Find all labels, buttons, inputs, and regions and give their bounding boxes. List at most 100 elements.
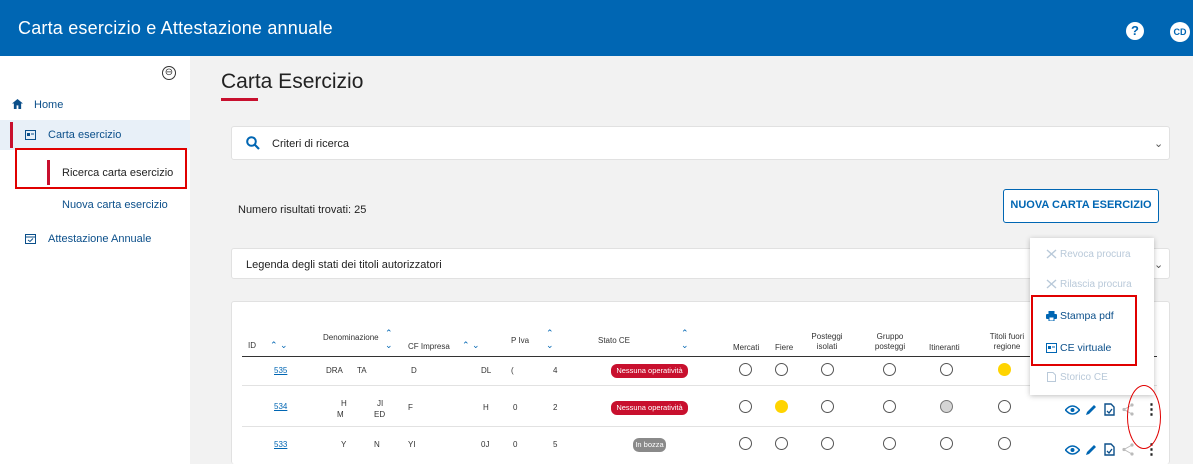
row-divider xyxy=(242,426,1157,427)
status-circle-gruppo-posteggi xyxy=(883,400,896,413)
sidebar-item-attestazione-annuale[interactable]: Attestazione Annuale xyxy=(48,233,151,245)
calendar-icon xyxy=(25,234,36,244)
col-header-id[interactable]: ID xyxy=(248,341,256,351)
status-circle-fiere xyxy=(775,437,788,450)
col-header-gruppo-posteggi: Gruppo posteggi xyxy=(874,332,906,351)
menu-item-storico-ce[interactable]: Storico CE xyxy=(1046,372,1108,383)
status-circle-mercati xyxy=(739,363,752,376)
row-id-link[interactable]: 534 xyxy=(274,402,287,411)
sort-icon[interactable]: ⌃ xyxy=(546,328,554,339)
status-circle-titoli-fuori-regione xyxy=(998,363,1011,376)
sort-icon[interactable]: ⌃ ⌄ xyxy=(462,340,480,351)
cell-piva: 5 xyxy=(553,440,558,449)
sidebar-item-home[interactable]: Home xyxy=(34,99,63,111)
status-circle-posteggi-isolati xyxy=(821,363,834,376)
edit-icon[interactable] xyxy=(1085,443,1098,456)
cell-piva: ( xyxy=(511,366,514,375)
cell-denominazione: JI xyxy=(377,399,384,408)
legend-label: Legenda degli stati dei titoli autorizza… xyxy=(246,259,442,271)
release-icon xyxy=(1046,279,1057,289)
col-header-fiere: Fiere xyxy=(775,343,794,352)
highlight-box-ricerca xyxy=(15,148,187,189)
highlight-circle-more-options xyxy=(1127,385,1161,449)
cell-piva: 0 xyxy=(513,403,518,412)
new-carta-esercizio-button[interactable]: NUOVA CARTA ESERCIZIO xyxy=(1003,189,1159,223)
status-badge: Nessuna operatività xyxy=(611,401,688,415)
col-header-piva[interactable]: P Iva xyxy=(511,336,529,346)
status-circle-posteggi-isolati xyxy=(821,437,834,450)
sidebar: ⊖ xyxy=(0,56,190,464)
sort-icon[interactable]: ⌄ xyxy=(681,340,689,351)
col-header-stato-ce[interactable]: Stato CE xyxy=(598,336,630,346)
cell-cf-impresa: H xyxy=(483,403,489,412)
status-circle-titoli-fuori-regione xyxy=(998,400,1011,413)
results-count: Numero risultati trovati: 25 xyxy=(238,204,367,216)
col-header-denominazione[interactable]: Denominazione xyxy=(323,333,379,343)
cell-denominazione: ED xyxy=(374,410,386,419)
card-icon xyxy=(25,130,36,140)
status-circle-posteggi-isolati xyxy=(821,400,834,413)
status-circle-itineranti xyxy=(940,437,953,450)
page-title: Carta Esercizio xyxy=(221,70,364,93)
status-circle-itineranti xyxy=(940,363,953,376)
sort-icon[interactable]: ⌃ ⌄ xyxy=(270,340,288,351)
cell-denominazione: M xyxy=(337,410,344,419)
col-header-cf-impresa[interactable]: CF Impresa xyxy=(408,342,450,352)
col-header-itineranti: Itineranti xyxy=(929,343,960,352)
cell-denominazione: TA xyxy=(357,366,367,375)
chevron-down-icon[interactable]: ⌄ xyxy=(1154,258,1163,271)
edit-icon[interactable] xyxy=(1085,403,1098,416)
view-icon[interactable] xyxy=(1065,445,1080,455)
cell-denominazione: Y xyxy=(341,440,347,449)
document-check-icon[interactable] xyxy=(1104,403,1115,416)
sidebar-item-nuova-carta-esercizio[interactable]: Nuova carta esercizio xyxy=(62,199,168,211)
share-icon[interactable] xyxy=(1122,443,1134,456)
search-criteria-panel[interactable]: Criteri di ricerca ⌄ xyxy=(231,126,1170,160)
col-header-mercati: Mercati xyxy=(733,343,760,352)
status-circle-gruppo-posteggi xyxy=(883,437,896,450)
status-circle-mercati xyxy=(739,400,752,413)
status-circle-fiere xyxy=(775,363,788,376)
status-circle-itineranti xyxy=(940,400,953,413)
search-icon xyxy=(246,136,260,150)
highlight-box-menu-items xyxy=(1031,295,1137,366)
sort-icon[interactable]: ⌄ xyxy=(546,340,554,351)
status-circle-mercati xyxy=(739,437,752,450)
sidebar-active-bar xyxy=(10,122,13,148)
collapse-sidebar-icon[interactable]: ⊖ xyxy=(162,66,176,80)
search-criteria-label: Criteri di ricerca xyxy=(272,138,350,150)
status-badge: Nessuna operatività xyxy=(611,364,688,378)
status-badge: In bozza xyxy=(633,438,666,452)
view-icon[interactable] xyxy=(1065,405,1080,415)
cell-piva: 4 xyxy=(553,366,558,375)
sidebar-item-carta-esercizio[interactable]: Carta esercizio xyxy=(48,129,121,141)
status-circle-titoli-fuori-regione xyxy=(998,437,1011,450)
menu-item-rilascia-procura[interactable]: Rilascia procura xyxy=(1046,279,1132,290)
cell-cf-impresa: YI xyxy=(408,440,416,449)
col-header-titoli-fuori-regione: Titoli fuori regione xyxy=(989,332,1025,351)
help-icon[interactable]: ? xyxy=(1126,22,1144,40)
row-id-link[interactable]: 535 xyxy=(274,366,287,375)
avatar[interactable]: CD xyxy=(1170,22,1190,42)
cell-piva: 2 xyxy=(553,403,558,412)
status-circle-fiere xyxy=(775,400,788,413)
status-circle-gruppo-posteggi xyxy=(883,363,896,376)
app-title: Carta esercizio e Attestazione annuale xyxy=(18,18,333,38)
row-id-link[interactable]: 533 xyxy=(274,440,287,449)
cell-cf-impresa: D xyxy=(411,366,417,375)
app-header: Carta esercizio e Attestazione annuale ?… xyxy=(0,0,1193,56)
menu-item-revoca-procura[interactable]: Revoca procura xyxy=(1046,249,1131,260)
document-check-icon[interactable] xyxy=(1104,443,1115,456)
sort-icon[interactable]: ⌃ xyxy=(681,328,689,339)
row-divider xyxy=(242,385,1157,386)
cell-piva: 0 xyxy=(513,440,518,449)
revoke-icon xyxy=(1046,249,1057,259)
sort-icon[interactable]: ⌃ xyxy=(385,328,393,339)
chevron-down-icon[interactable]: ⌄ xyxy=(1154,137,1163,150)
cell-cf-impresa: 0J xyxy=(481,440,490,449)
col-header-posteggi-isolati: Posteggi isolati xyxy=(811,332,843,351)
sort-icon[interactable]: ⌄ xyxy=(385,340,393,351)
cell-denominazione: N xyxy=(374,440,380,449)
table-header-divider xyxy=(242,356,1157,357)
cell-cf-impresa: DL xyxy=(481,366,492,375)
